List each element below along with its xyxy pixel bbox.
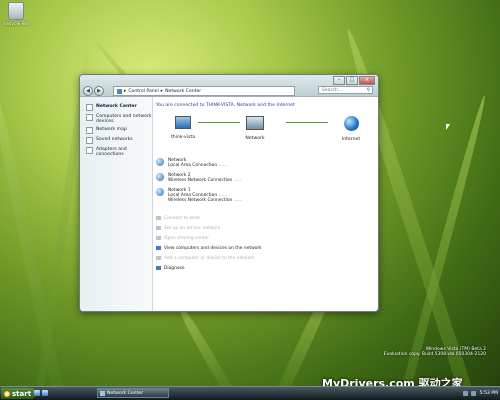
task-add-device[interactable]: Add a computer or device to the network [156,253,374,263]
task-view-computers[interactable]: View computers and devices on the networ… [156,243,374,253]
search-input[interactable]: Search... ⚲ [318,86,373,94]
map-internet-label: Internet [341,137,361,142]
sidebar-item-computers[interactable]: Computers and network devices [86,114,152,124]
task-list: Connect to work Set up an ad hoc network… [156,213,374,273]
network-center-window: – □ × ◀ ▶ ▸ Control Panel ▸ Network Cent… [79,74,379,312]
close-button[interactable]: × [359,76,375,85]
map-link [198,122,240,123]
task-arrow-icon [156,246,161,250]
windows-logo-icon [4,390,10,397]
taskbar-window-label: Network Center [107,390,144,396]
adapters-icon [86,147,93,154]
task-label: Set up an ad hoc network [164,225,221,231]
breadcrumb-arrow-icon: ▸ [160,88,164,94]
sidebar-item-network-map[interactable]: Network map [86,127,152,134]
breadcrumb-root[interactable]: Control Panel [128,89,158,94]
task-label: Open sharing center [164,235,209,241]
task-connect-to-work[interactable]: Connect to work [156,213,374,223]
sidebar-item-label: Computers and network devices [96,114,152,124]
connection-details: ...... [233,198,243,203]
quick-launch [34,390,48,396]
network-icon [156,173,164,181]
volume-tray-icon[interactable] [471,390,477,396]
task-open-sharing-center[interactable]: Open sharing center [156,233,374,243]
build-info-line: Evaluation copy. Build 5308.vbl.050304-2… [383,352,486,357]
network-tray-icon[interactable] [463,390,469,396]
computer-icon [175,116,191,129]
main-content: You are connected to THINK-VISTA, Networ… [156,103,374,311]
sidebar-item-label: Saved networks [96,137,133,142]
recycle-bin-label: Recycle Bin [3,22,29,27]
task-arrow-icon [156,216,161,220]
taskbar-window-button[interactable]: Network Center [97,388,169,398]
system-tray: 5:53 PM [463,388,498,398]
task-diagnose[interactable]: Diagnose [156,263,374,273]
task-label: View computers and devices on the networ… [164,245,262,251]
sidebar: Network Center Computers and network dev… [80,97,153,311]
task-label: Connect to work [164,215,200,221]
network-entry[interactable]: Network Local Area Connection ...... [156,158,374,168]
task-label: Diagnose [164,265,185,271]
back-button[interactable]: ◀ [83,86,93,96]
start-label: start [12,389,32,398]
network-icon [156,188,164,196]
address-bar[interactable]: ▸ Control Panel ▸ Network Center [113,86,295,96]
sidebar-item-adapters[interactable]: Adapters and connections [86,147,152,157]
search-icon[interactable]: ⚲ [367,88,372,93]
recycle-bin-desktop-icon[interactable]: Recycle Bin [3,2,29,27]
maximize-button[interactable]: □ [346,76,358,85]
network-center-icon [86,104,93,111]
map-computer[interactable]: think-vista [168,116,198,140]
quick-launch-icon[interactable] [34,390,40,396]
network-map: think-vista Network Internet [156,116,374,150]
connection-name[interactable]: Wireless Network Connection [168,198,232,203]
recycle-bin-icon [8,2,24,20]
computers-icon [86,114,93,121]
map-network[interactable]: Network [240,116,270,141]
quick-launch-icon[interactable] [42,390,48,396]
sidebar-item-network-center[interactable]: Network Center [86,104,152,111]
task-label: Add a computer or device to the network [164,255,255,261]
window-titlebar[interactable]: – □ × ◀ ▶ ▸ Control Panel ▸ Network Cent… [80,75,378,97]
map-network-label: Network [245,136,265,141]
map-computer-label: think-vista [170,135,196,140]
connection-name[interactable]: Wireless Network Connection [168,178,232,183]
breadcrumb-arrow-icon: ▸ [124,88,127,94]
breadcrumb-current[interactable]: Network Center [165,89,201,94]
window-controls: – □ × [333,76,375,85]
internet-globe-icon [343,116,359,131]
control-panel-icon [117,88,122,94]
sidebar-item-label: Adapters and connections [96,147,127,157]
sidebar-item-saved-networks[interactable]: Saved networks [86,137,152,144]
start-button[interactable]: start [1,388,37,399]
minimize-button[interactable]: – [333,76,345,85]
network-map-icon [86,127,93,134]
connection-name[interactable]: Local Area Connection [168,163,217,168]
map-link [286,122,328,123]
task-ad-hoc-network[interactable]: Set up an ad hoc network [156,223,374,233]
connection-details: ...... [218,163,227,168]
network-icon [246,116,264,130]
task-arrow-icon [156,266,161,270]
vista-build-info: Windows Vista (TM) Beta 2 Evaluation cop… [384,347,486,357]
connection-status: You are connected to THINK-VISTA, Networ… [156,103,295,108]
connection-details: ...... [233,178,243,183]
network-entry[interactable]: Network 2 Wireless Network Connection ..… [156,173,374,183]
network-icon [156,158,164,166]
clock[interactable]: 5:53 PM [479,391,498,396]
forward-button[interactable]: ▶ [94,86,104,96]
taskbar: start Network Center 5:53 PM [0,386,500,400]
map-internet[interactable]: Internet [336,116,366,142]
network-entry[interactable]: Network 1 Local Area Connection ...... W… [156,188,374,203]
sidebar-item-label: Network Center [96,104,137,109]
network-center-icon [100,390,105,396]
task-arrow-icon [156,236,161,240]
saved-networks-icon [86,137,93,144]
mouse-cursor-icon [446,124,450,130]
task-arrow-icon [156,226,161,230]
task-arrow-icon [156,256,161,260]
search-placeholder: Search... [322,87,343,93]
sidebar-item-label: Network map [96,127,127,132]
